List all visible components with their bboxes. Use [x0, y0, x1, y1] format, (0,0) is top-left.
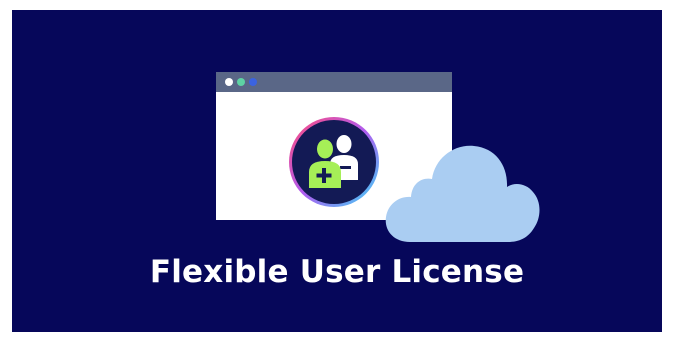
- window-dot-icon: [225, 78, 233, 86]
- window-titlebar: [216, 72, 452, 92]
- hero-banner: Flexible User License: [12, 10, 662, 332]
- window-dot-icon: [249, 78, 257, 86]
- page-title: Flexible User License: [149, 254, 525, 290]
- cloud-icon: [384, 144, 542, 249]
- window-dot-icon: [237, 78, 245, 86]
- cloud-shape: [385, 145, 540, 242]
- add-user-icon: [288, 116, 380, 213]
